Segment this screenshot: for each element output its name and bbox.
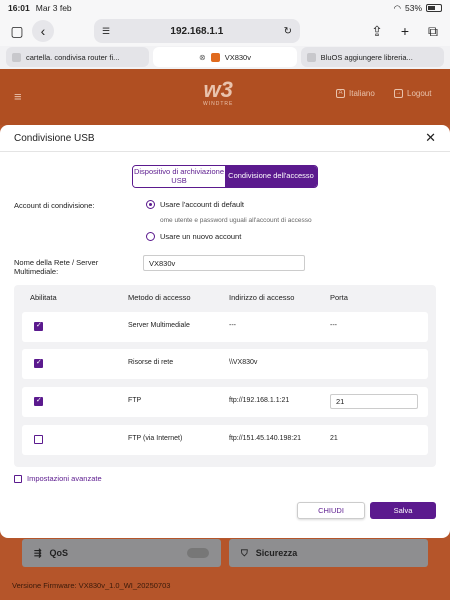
address-cell: ---: [229, 322, 236, 329]
column-header: Abilitata: [30, 293, 57, 302]
menu-icon[interactable]: ≡: [14, 89, 22, 104]
network-name-label: Nome della Rete / Server Multimediale:: [14, 258, 99, 276]
logo-text: WINDTRE: [203, 101, 234, 107]
table-row: FTP ftp://192.168.1.1:21 21: [22, 387, 428, 417]
sidebar-icon[interactable]: ▢: [6, 20, 28, 42]
logo-mark: w3: [203, 77, 233, 102]
tab-access-sharing[interactable]: Condivisione dell'accesso: [225, 166, 317, 187]
enabled-checkbox[interactable]: [34, 396, 43, 406]
radio-label: Usare l'account di default: [160, 200, 244, 209]
favicon-icon: [210, 52, 220, 62]
table-row: Risorse di rete \\VX830v: [22, 349, 428, 379]
tab-usb-storage[interactable]: Dispositivo di archiviazione USB: [133, 166, 225, 187]
segmented-control: Dispositivo di archiviazione USB Condivi…: [132, 165, 318, 188]
share-icon[interactable]: ⇪: [366, 20, 388, 42]
router-header: ≡ w3 WINDTRE A Italiano → Logout: [0, 69, 450, 125]
reader-icon[interactable]: ☰: [102, 26, 110, 37]
save-button[interactable]: Salva: [370, 502, 436, 519]
enabled-checkbox[interactable]: [34, 435, 43, 444]
tab-label: cartella. condivisa router fi...: [26, 52, 120, 62]
port-cell: 21: [330, 435, 338, 442]
column-header: Porta: [330, 293, 348, 302]
ftp-port-input[interactable]: 21: [330, 394, 418, 409]
radio-default-account[interactable]: Usare l'account di default: [146, 200, 244, 209]
back-button[interactable]: ‹: [32, 20, 54, 42]
advanced-settings-label: Impostazioni avanzate: [27, 474, 102, 483]
account-label: Account di condivisione:: [14, 201, 95, 210]
close-icon[interactable]: ✕: [425, 130, 436, 146]
network-name-input[interactable]: VX830v: [143, 255, 305, 271]
language-label: Italiano: [349, 89, 375, 98]
usb-sharing-dialog: Condivisione USB ✕ Dispositivo di archiv…: [0, 125, 450, 538]
table-row: Server Multimediale --- ---: [22, 312, 428, 342]
logout-label: Logout: [407, 89, 432, 98]
qos-toggle[interactable]: [187, 548, 209, 558]
wifi-icon: ◠: [393, 2, 401, 13]
logout-button[interactable]: → Logout: [394, 89, 431, 98]
url-text: 192.168.1.1: [170, 25, 224, 37]
card-label: QoS: [49, 548, 69, 558]
dialog-title: Condivisione USB: [14, 132, 95, 144]
tab-cartella[interactable]: cartella. condivisa router fi...: [6, 47, 150, 67]
tab-vx830v[interactable]: ⊗ VX830v: [153, 47, 297, 67]
reload-icon[interactable]: ↻: [284, 26, 292, 37]
dialog-header: Condivisione USB ✕: [0, 125, 450, 152]
close-tab-icon[interactable]: ⊗: [199, 53, 206, 62]
firmware-version: Versione Firmware: VX830v_1.0_WI_2025070…: [12, 581, 171, 590]
column-header: Metodo di accesso: [128, 293, 191, 302]
windtre-logo: w3 WINDTRE: [203, 77, 234, 108]
new-tab-icon[interactable]: +: [394, 20, 416, 42]
status-bar: 16:01 Mar 3 feb ◠ 53%: [0, 0, 450, 16]
card-label: Sicurezza: [255, 548, 298, 558]
tab-label: BluOS aggiungere libreria...: [320, 52, 413, 62]
logout-icon: →: [394, 89, 403, 98]
enabled-checkbox[interactable]: [34, 358, 43, 368]
battery-percent: 53%: [404, 3, 422, 13]
external-link-icon: [14, 474, 22, 483]
method-cell: Risorse di rete: [128, 359, 174, 366]
access-methods-table: Abilitata Metodo di accesso Indirizzo di…: [14, 285, 436, 467]
tabs-overview-icon[interactable]: ⧉: [422, 20, 444, 42]
close-button[interactable]: CHIUDI: [297, 502, 365, 519]
advanced-settings-link[interactable]: Impostazioni avanzate: [14, 474, 102, 483]
browser-toolbar: ▢ ‹ ☰ 192.168.1.1 ↻ ⇪ + ⧉: [0, 16, 450, 46]
method-cell: FTP (via Internet): [128, 435, 183, 442]
method-cell: Server Multimediale: [128, 322, 190, 329]
card-qos[interactable]: ⇶ QoS: [22, 539, 221, 567]
language-icon: A: [336, 89, 345, 98]
address-cell: ftp://151.45.140.198:21: [229, 435, 302, 442]
status-date: Mar 3 feb: [35, 3, 72, 13]
radio-new-account[interactable]: Usare un nuovo account: [146, 232, 241, 241]
url-bar[interactable]: ☰ 192.168.1.1 ↻: [94, 19, 300, 43]
radio-selected-icon: [146, 200, 155, 209]
address-cell: ftp://192.168.1.1:21: [229, 397, 290, 404]
table-row: FTP (via Internet) ftp://151.45.140.198:…: [22, 425, 428, 455]
shield-icon: ⛉: [241, 547, 248, 558]
qos-icon: ⇶: [34, 547, 42, 558]
enabled-checkbox[interactable]: [34, 321, 43, 331]
radio-label: Usare un nuovo account: [160, 232, 242, 241]
table-header: Abilitata Metodo di accesso Indirizzo di…: [14, 285, 436, 309]
method-cell: FTP: [128, 397, 142, 404]
column-header: Indirizzo di accesso: [229, 293, 295, 302]
language-selector[interactable]: A Italiano: [336, 89, 375, 98]
address-cell: \\VX830v: [229, 359, 258, 366]
radio-unselected-icon: [146, 232, 155, 241]
port-cell: ---: [330, 322, 337, 329]
tab-bluos[interactable]: BluOS aggiungere libreria...: [300, 47, 444, 67]
tab-strip: cartella. condivisa router fi... ⊗ VX830…: [6, 47, 444, 67]
tab-label: VX830v: [224, 52, 251, 62]
card-sicurezza[interactable]: ⛉ Sicurezza: [229, 539, 428, 567]
favicon-icon: [12, 52, 21, 62]
favicon-icon: [306, 52, 316, 62]
radio-hint: ome utente e password uguali all'account…: [160, 217, 312, 224]
battery-icon: [426, 4, 442, 12]
status-time: 16:01: [8, 3, 30, 13]
feature-cards: ⇶ QoS ⛉ Sicurezza: [22, 539, 428, 567]
